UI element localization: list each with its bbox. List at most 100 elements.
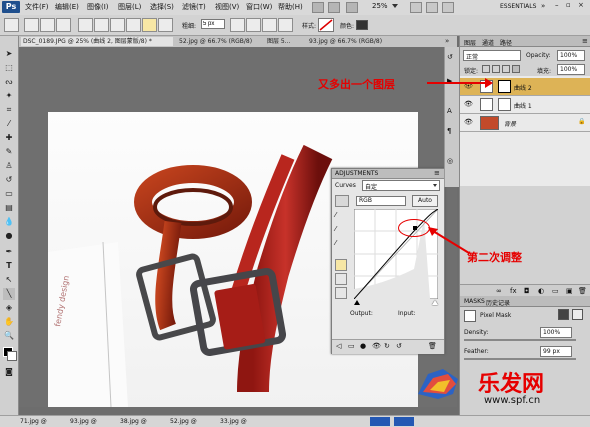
gradient-tool-icon[interactable]: ▤	[3, 202, 15, 214]
lock-pixels-icon[interactable]	[492, 65, 500, 73]
feather-input[interactable]: 99 px	[540, 346, 572, 357]
menu-layer[interactable]: 图层(L)	[118, 2, 141, 12]
lock-transparency-icon[interactable]	[482, 65, 490, 73]
expand-view-icon[interactable]: ▭	[348, 342, 355, 350]
eyedropper-tool-icon[interactable]: ⁄	[3, 118, 15, 130]
panel-menu-icon[interactable]: ≡	[434, 169, 440, 177]
taskbar-item[interactable]: 38.jpg @	[120, 418, 147, 425]
taskbar-item[interactable]: 33.jpg @	[220, 418, 247, 425]
visibility-eye-icon[interactable]: 👁	[464, 100, 473, 108]
menu-filter[interactable]: 滤镜(T)	[182, 2, 206, 12]
style-swatch[interactable]	[318, 18, 334, 32]
restore-button[interactable]: ▫	[566, 1, 571, 9]
dodge-tool-icon[interactable]: ●	[3, 230, 15, 242]
pencil-draw-icon[interactable]	[335, 273, 347, 285]
on-image-adjust-icon[interactable]	[335, 195, 349, 207]
pen-tool-icon-2[interactable]: ✒	[3, 246, 15, 258]
minimize-button[interactable]: –	[555, 1, 559, 9]
reset-adjustment-icon[interactable]: ↺	[396, 342, 402, 350]
arrange-documents-icon[interactable]	[426, 2, 438, 13]
zoom-level[interactable]: 25%	[372, 2, 388, 10]
zoom-tool-icon[interactable]: 🔍	[3, 330, 15, 342]
clone-stamp-icon[interactable]: ♙	[3, 160, 15, 172]
opacity-input[interactable]: 100%	[557, 50, 585, 61]
layer-row-background[interactable]: 👁 背景 🔒	[460, 114, 590, 132]
character-panel-icon[interactable]: A	[447, 107, 452, 115]
taskbar-item[interactable]: 71.jpg @	[20, 418, 47, 425]
taskbar-item[interactable]: 93.jpg @	[70, 418, 97, 425]
hand-tool-icon[interactable]: ✋	[3, 316, 15, 328]
delete-layer-icon[interactable]: 🗑	[578, 287, 587, 295]
rounded-rectangle-icon[interactable]	[110, 18, 125, 32]
menu-file[interactable]: 文件(F)	[25, 2, 49, 12]
pixel-mask-button[interactable]	[558, 309, 569, 320]
smooth-curve-icon[interactable]	[335, 287, 347, 299]
screen-mode-icon[interactable]	[442, 2, 454, 13]
tab-document-3[interactable]: 图层 5...	[267, 37, 290, 46]
subtract-shape-icon[interactable]	[246, 18, 261, 32]
menu-view[interactable]: 视图(V)	[215, 2, 239, 12]
ellipse-shape-icon[interactable]	[126, 18, 141, 32]
menu-help[interactable]: 帮助(H)	[278, 2, 303, 12]
curves-preset-select[interactable]: 自定	[362, 180, 440, 191]
view-previous-icon[interactable]: ↻	[384, 342, 390, 350]
tab-active-document[interactable]: DSC_0189.JPG @ 25% (曲线 2, 图层蒙版/8) *	[21, 37, 173, 46]
add-to-shape-area-icon[interactable]	[230, 18, 245, 32]
shape-layers-mode-icon[interactable]	[24, 18, 39, 32]
visibility-toggle-icon[interactable]: 👁	[372, 342, 381, 350]
density-input[interactable]: 100%	[540, 327, 572, 338]
taskbar-item[interactable]: 52.jpg @	[170, 418, 197, 425]
tray-icon-1[interactable]	[370, 417, 390, 426]
eraser-tool-icon[interactable]: ▭	[3, 188, 15, 200]
brush-tool-icon[interactable]: ✎	[3, 146, 15, 158]
layer-mask-thumbnail[interactable]	[498, 80, 511, 93]
density-slider[interactable]	[464, 339, 576, 341]
feather-slider[interactable]	[464, 358, 576, 360]
white-point-eyedropper-icon[interactable]: ⁄	[335, 239, 345, 249]
channel-select[interactable]: RGB	[356, 196, 406, 206]
type-tool-icon[interactable]: T	[3, 260, 15, 272]
layer-row-curves-1[interactable]: 👁 曲线 1	[460, 96, 590, 114]
tab-masks[interactable]: MASKS	[464, 298, 485, 305]
black-point-eyedropper-icon[interactable]: ⁄	[335, 211, 345, 221]
gray-point-eyedropper-icon[interactable]: ⁄	[335, 225, 345, 235]
new-adjustment-icon[interactable]: ◐	[538, 287, 544, 295]
path-selection-icon[interactable]: ↖	[3, 274, 15, 286]
fill-input[interactable]: 100%	[557, 64, 585, 75]
history-panel-icon[interactable]: ↺	[447, 53, 453, 61]
workspace-switcher[interactable]: ESSENTIALS	[500, 3, 536, 10]
mini-bridge-icon[interactable]	[328, 2, 340, 13]
bridge-icon[interactable]	[312, 2, 324, 13]
move-tool-icon[interactable]: ➤	[3, 48, 15, 60]
line-tool-active-icon[interactable]: ╲	[3, 288, 15, 300]
paragraph-panel-icon[interactable]: ¶	[447, 127, 451, 135]
layer-mask-thumbnail[interactable]	[498, 98, 511, 111]
lock-all-icon[interactable]	[512, 65, 520, 73]
menu-edit[interactable]: 编辑(E)	[55, 2, 79, 12]
workspace-menu-icon[interactable]: »	[541, 2, 545, 10]
background-color-icon[interactable]	[7, 351, 17, 361]
zoom-dropdown-icon[interactable]	[392, 4, 398, 8]
pen-tool-icon[interactable]	[78, 18, 93, 32]
history-brush-icon[interactable]: ↺	[3, 174, 15, 186]
tab-history[interactable]: 历史记录	[486, 298, 510, 307]
return-to-list-icon[interactable]: ◁	[336, 342, 341, 350]
tab-paths[interactable]: 路径	[500, 38, 512, 47]
healing-brush-icon[interactable]: ✚	[3, 132, 15, 144]
layers-menu-icon[interactable]: ≡	[582, 37, 588, 45]
white-input-slider-icon[interactable]	[432, 300, 438, 305]
crop-tool-icon[interactable]: ⌗	[3, 104, 15, 116]
link-layers-icon[interactable]: ∞	[496, 287, 502, 295]
intersect-shape-icon[interactable]	[262, 18, 277, 32]
menu-window[interactable]: 窗口(W)	[246, 2, 272, 12]
lasso-tool-icon[interactable]: ᔓ	[3, 76, 15, 88]
exclude-shape-icon[interactable]	[278, 18, 293, 32]
weight-input[interactable]	[201, 19, 225, 29]
tray-icon-2[interactable]	[394, 417, 414, 426]
new-group-icon[interactable]: ▭	[552, 287, 559, 295]
close-button[interactable]: ×	[578, 1, 584, 9]
fill-pixels-mode-icon[interactable]	[56, 18, 71, 32]
tab-channels[interactable]: 通道	[482, 38, 494, 47]
tabs-overflow-icon[interactable]: »	[445, 37, 449, 46]
delete-adjustment-icon[interactable]: 🗑	[428, 342, 437, 350]
